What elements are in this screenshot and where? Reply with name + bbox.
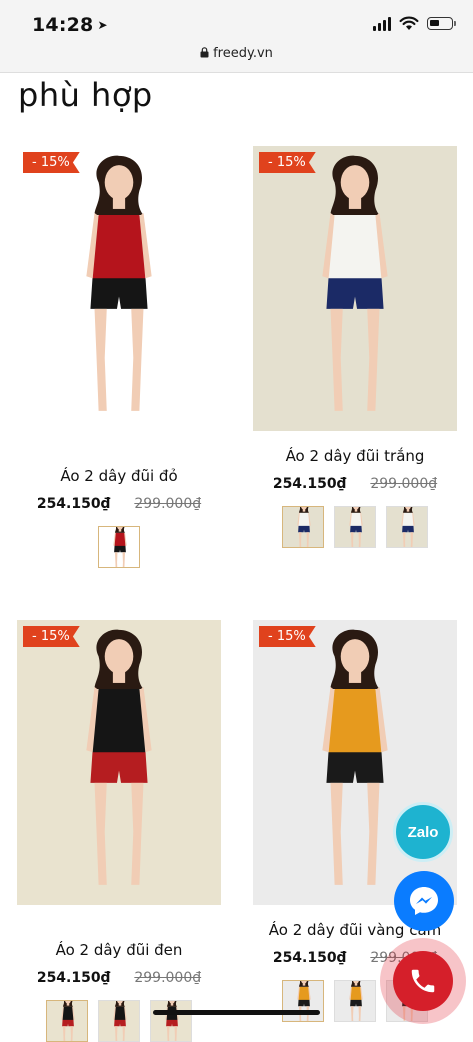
call-button[interactable]: [393, 951, 453, 1011]
discount-badge: - 15%: [23, 626, 80, 647]
color-swatch[interactable]: [150, 1000, 192, 1042]
product-image[interactable]: - 15%: [253, 146, 457, 431]
discount-badge: - 15%: [259, 626, 316, 647]
product-name[interactable]: Áo 2 dây đũi đỏ: [17, 467, 221, 485]
messenger-icon: [410, 887, 438, 915]
original-price: 299.000₫: [370, 476, 438, 492]
color-swatches: [17, 526, 221, 568]
address-bar[interactable]: freedy.vn: [0, 46, 473, 61]
product-image[interactable]: - 15%: [17, 620, 221, 905]
product-card[interactable]: - 15% Áo 2 dây đũi đen 254.150₫ 299.000₫: [17, 620, 221, 1042]
status-icons: [373, 16, 456, 31]
sale-price: 254.150₫: [36, 970, 111, 986]
zalo-chat-button[interactable]: Zalo: [393, 802, 453, 862]
product-prices: 254.150₫ 299.000₫: [17, 496, 221, 512]
cellular-signal-icon: [373, 16, 391, 31]
product-name[interactable]: Áo 2 dây đũi đen: [17, 941, 221, 959]
browser-top-bar: 14:28 ➤ freedy.vn: [0, 0, 473, 73]
product-image[interactable]: - 15%: [253, 620, 457, 905]
color-swatch[interactable]: [282, 980, 324, 1022]
sale-price: 254.150₫: [272, 950, 347, 966]
color-swatch[interactable]: [334, 506, 376, 548]
color-swatch[interactable]: [98, 526, 140, 568]
wifi-icon: [399, 16, 419, 30]
color-swatch[interactable]: [282, 506, 324, 548]
color-swatch[interactable]: [46, 1000, 88, 1042]
home-indicator: [153, 1010, 320, 1015]
color-swatches: [253, 506, 457, 548]
color-swatch[interactable]: [98, 1000, 140, 1042]
product-prices: 254.150₫ 299.000₫: [17, 970, 221, 986]
color-swatch[interactable]: [386, 506, 428, 548]
battery-icon: [427, 17, 456, 30]
messenger-chat-button[interactable]: [394, 871, 454, 931]
color-swatches: [17, 1000, 221, 1042]
phone-icon: [411, 969, 435, 993]
status-time-text: 14:28: [32, 14, 94, 36]
lock-icon: [200, 47, 209, 58]
url-text: freedy.vn: [213, 46, 273, 61]
discount-badge: - 15%: [259, 152, 316, 173]
status-time: 14:28 ➤: [32, 14, 108, 36]
zalo-label: Zalo: [407, 823, 439, 841]
product-prices: 254.150₫ 299.000₫: [253, 476, 457, 492]
sale-price: 254.150₫: [272, 476, 347, 492]
product-image[interactable]: - 15%: [17, 146, 221, 431]
product-card[interactable]: - 15% Áo 2 dây đũi trắng 254.150₫ 299.000₫: [253, 146, 457, 548]
location-arrow-icon: ➤: [97, 18, 108, 32]
product-card[interactable]: - 15% Áo 2 dây đũi đỏ 254.150₫ 299.000₫: [17, 146, 221, 568]
sale-price: 254.150₫: [36, 496, 111, 512]
color-swatch[interactable]: [334, 980, 376, 1022]
product-name[interactable]: Áo 2 dây đũi trắng: [253, 447, 457, 465]
original-price: 299.000₫: [134, 970, 202, 986]
section-heading: phù hợp: [18, 76, 153, 114]
original-price: 299.000₫: [134, 496, 202, 512]
discount-badge: - 15%: [23, 152, 80, 173]
